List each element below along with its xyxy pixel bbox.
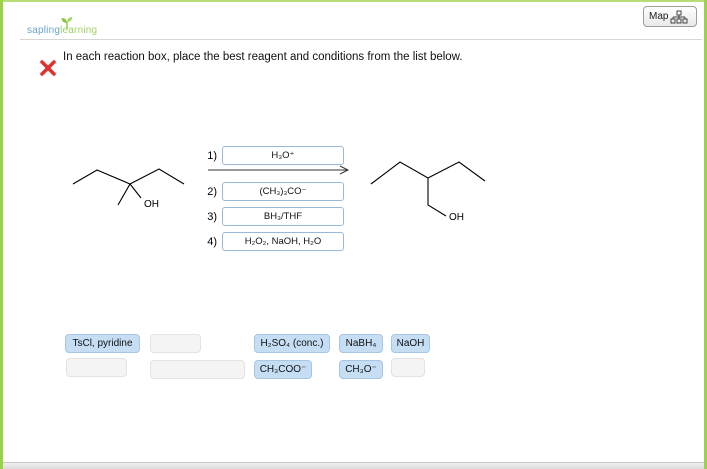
reagent-chip-acetate[interactable]: CH₃COO⁻	[254, 360, 312, 379]
product-oh-label: OH	[449, 212, 464, 223]
drop-box-step-1[interactable]: H₃O⁺	[222, 146, 344, 165]
reagent-chip-nabh4[interactable]: NaBH₄	[339, 334, 383, 353]
step-2-reagent: (CH₃)₃CO⁻	[259, 186, 307, 197]
reagent-chip-label: CH₃O⁻	[345, 364, 377, 375]
reagent-chip-h2so4[interactable]: H₂SO₄ (conc.)	[254, 334, 330, 353]
step-2-number: 2)	[207, 186, 217, 198]
drop-box-step-2[interactable]: (CH₃)₃CO⁻	[222, 182, 344, 201]
reagent-chip-naoh[interactable]: NaOH	[391, 334, 430, 353]
reagent-slot-empty[interactable]	[150, 334, 201, 353]
reaction-arrow	[208, 165, 350, 175]
bottom-toolbar	[3, 462, 704, 469]
step-4-reagent: H₂O₂, NaOH, H₂O	[244, 236, 322, 247]
reactant-oh-label: OH	[144, 199, 159, 210]
step-1-reagent: H₃O⁺	[271, 150, 295, 161]
reagent-slot-empty[interactable]	[391, 358, 425, 377]
reaction-scheme	[72, 161, 486, 217]
drop-box-step-4[interactable]: H₂O₂, NaOH, H₂O	[222, 232, 344, 251]
step-4-number: 4)	[207, 236, 217, 248]
reagent-chip-label: NaOH	[396, 338, 425, 349]
step-3-number: 3)	[207, 211, 217, 223]
drop-box-step-3[interactable]: BH₃/THF	[222, 207, 344, 226]
reagent-chip-label: H₂SO₄ (conc.)	[260, 338, 324, 349]
step-1-number: 1)	[207, 150, 217, 162]
reagent-chip-label: TsCl, pyridine	[72, 338, 133, 349]
reagent-chip-tscl-pyridine[interactable]: TsCl, pyridine	[65, 334, 140, 353]
reactant-structure	[72, 168, 185, 206]
question-frame: saplinglearning Map In each reaction box…	[0, 0, 707, 469]
step-3-reagent: BH₃/THF	[263, 211, 303, 222]
reagent-slot-empty[interactable]	[66, 358, 127, 377]
reagent-slot-empty[interactable]	[150, 360, 245, 379]
reagent-chip-methoxide[interactable]: CH₃O⁻	[339, 360, 383, 379]
reagent-chip-label: NaBH₄	[345, 338, 377, 349]
product-structure	[370, 161, 486, 217]
reagent-chip-label: CH₃COO⁻	[259, 364, 307, 375]
